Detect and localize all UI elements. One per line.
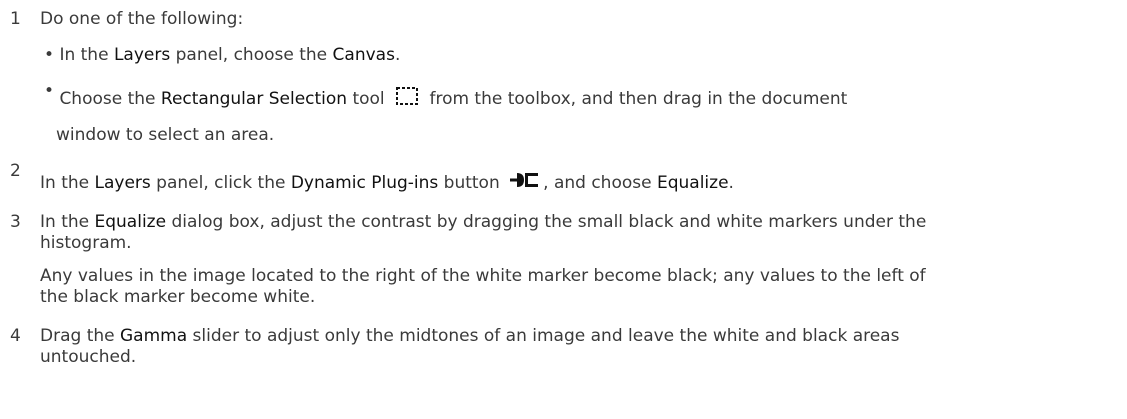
step-note: Any values in the image located to the r… bbox=[40, 266, 926, 286]
step-text-continuation: untouched. bbox=[40, 347, 137, 367]
step-number: 4 bbox=[10, 326, 21, 346]
dynamic-plug-ins-icon bbox=[509, 170, 539, 196]
step-text: Do one of the following: bbox=[40, 9, 244, 29]
ui-term-equalize: Equalize bbox=[656, 173, 729, 193]
step-number: 3 bbox=[10, 212, 21, 232]
bullet-marker: • bbox=[44, 81, 55, 101]
ui-term-dynamic-plug-ins: Dynamic Plug-ins bbox=[290, 173, 439, 193]
ui-term-rectangular-selection: Rectangular Selection bbox=[160, 89, 348, 109]
ui-term-gamma: Gamma bbox=[120, 326, 188, 346]
ui-term-canvas: Canvas bbox=[332, 45, 395, 65]
ui-term-equalize: Equalize bbox=[94, 212, 167, 232]
bullet-item: • In the Layers panel, choose the Canvas… bbox=[44, 45, 401, 65]
ui-term-layers: Layers bbox=[94, 173, 151, 193]
step-text: In the Equalize dialog box, adjust the c… bbox=[40, 212, 927, 232]
step-text: Drag the Gamma slider to adjust only the… bbox=[40, 326, 900, 346]
step-number: 1 bbox=[10, 9, 21, 29]
step-text-continuation: histogram. bbox=[40, 233, 132, 253]
bullet-marker: • bbox=[44, 45, 55, 65]
ui-term-layers: Layers bbox=[113, 45, 171, 65]
step-note: the black marker become white. bbox=[40, 287, 316, 307]
bullet-continuation: window to select an area. bbox=[56, 125, 275, 145]
rectangular-selection-tool-icon bbox=[394, 85, 420, 113]
bullet-item: • Choose the Rectangular Selection tool … bbox=[44, 81, 847, 113]
step-number: 2 bbox=[10, 161, 21, 181]
step-text: In the Layers panel, click the Dynamic P… bbox=[40, 170, 734, 196]
